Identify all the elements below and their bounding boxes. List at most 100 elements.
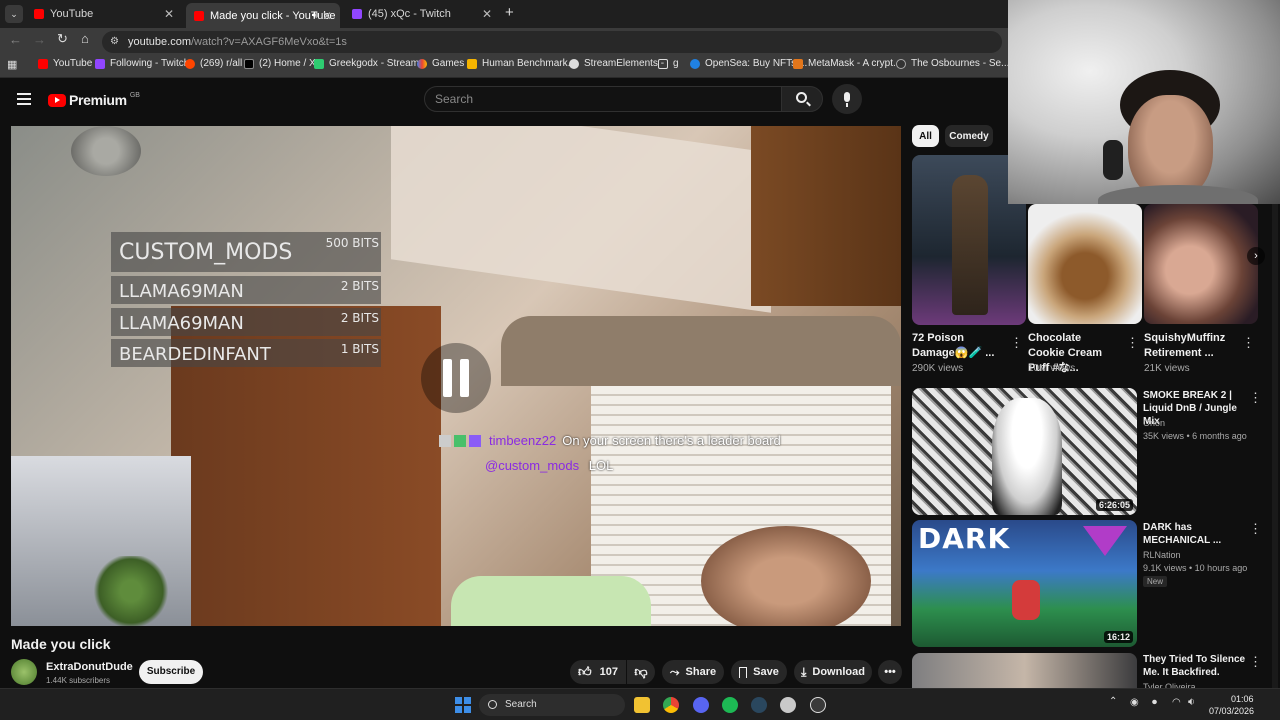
character-figure [952, 175, 988, 315]
discord-icon[interactable] [693, 697, 709, 713]
subscribe-button[interactable]: Subscribe [139, 660, 203, 684]
site-info-icon[interactable]: ⚙ [110, 31, 119, 53]
obs-icon[interactable] [810, 697, 826, 713]
chip-all[interactable]: All [912, 125, 939, 147]
video-thumbnail[interactable] [912, 653, 1137, 688]
chevron-up-icon[interactable]: ⌃ [1109, 696, 1117, 707]
tab-list-dropdown-icon[interactable]: ⌄ [5, 5, 23, 23]
address-bar[interactable]: ⚙ youtube.com/watch?v=AXAGF6MeVxo&t=1s [102, 31, 1002, 53]
short-thumbnail[interactable] [1144, 204, 1258, 324]
next-shorts-icon[interactable]: › [1247, 247, 1265, 265]
video-thumbnail[interactable]: DARK 16:12 [912, 520, 1137, 647]
headphones-shape [1103, 140, 1123, 180]
video-thumbnail[interactable]: 6:26:05 [912, 388, 1137, 515]
bookmark-reddit[interactable]: (269) r/all [185, 58, 242, 69]
short-title[interactable]: 72 Poison Damage😱🧪 ... [912, 331, 1002, 361]
bookmark-opensea[interactable]: OpenSea: Buy NFTs,... [690, 58, 807, 69]
clock-time[interactable]: 01:06 [1231, 694, 1254, 704]
close-tab-icon[interactable]: ✕ [164, 7, 174, 21]
tab-made-you-click[interactable]: Made you click - YouTube 🔊︎ ✕ [186, 3, 340, 28]
bookmark-games[interactable]: Games [417, 58, 464, 69]
chrome-icon[interactable] [663, 697, 679, 713]
close-tab-icon[interactable]: ✕ [322, 9, 332, 23]
bookmark-x[interactable]: (2) Home / X [244, 58, 316, 69]
tab-youtube[interactable]: YouTube ✕ [26, 3, 182, 25]
home-icon[interactable]: ⌂ [81, 31, 89, 46]
more-vertical-icon[interactable]: ⋮ [1249, 654, 1262, 670]
share-button[interactable]: ⤳ Share [662, 660, 724, 684]
close-tab-icon[interactable]: ✕ [482, 7, 492, 21]
chat-text: On your screen there's a leader board [562, 433, 781, 448]
bits-leaderboard-row: BEARDEDINFANT 1 BITS [111, 339, 381, 367]
chip-comedy[interactable]: Comedy [945, 125, 993, 147]
clock-date[interactable]: 07/03/2026 [1209, 706, 1254, 716]
channel-name[interactable]: ExtraDonutDude [46, 661, 133, 673]
tab-twitch[interactable]: (45) xQc - Twitch ✕ [344, 3, 500, 25]
search-button[interactable] [781, 86, 823, 112]
start-button[interactable] [455, 697, 471, 713]
steam-icon[interactable] [751, 697, 767, 713]
bookmark-folder-g[interactable]: g [658, 58, 679, 69]
video-channel[interactable]: Orion [1143, 418, 1165, 428]
short-title[interactable]: SquishyMuffinz Retirement ... [1144, 331, 1234, 361]
microphone-icon[interactable]: ⏺ [1152, 697, 1157, 708]
video-channel[interactable]: RLNation [1143, 550, 1181, 560]
more-actions-button[interactable]: ••• [878, 660, 902, 684]
chat-message: timbeenz22 On your screen there's a lead… [439, 433, 781, 448]
bookmark-following-twitch[interactable]: Following - Twitch [95, 58, 189, 69]
more-vertical-icon[interactable]: ⋮ [1249, 521, 1262, 537]
bookmark-label: (269) r/all [200, 58, 243, 69]
bookmark-metamask[interactable]: MetaMask - A crypt... [793, 58, 901, 69]
dislike-button[interactable]: 👎︎ [627, 660, 655, 684]
spotify-icon[interactable] [722, 697, 738, 713]
tab-label: (45) xQc - Twitch [368, 8, 451, 20]
save-button[interactable]: Save [731, 660, 787, 684]
wifi-icon[interactable]: ◠ [1172, 697, 1181, 708]
speaker-icon[interactable]: 🔊︎ [312, 10, 318, 21]
short-views: 21K views [1144, 363, 1190, 374]
more-vertical-icon[interactable]: ⋮ [1242, 335, 1255, 351]
video-title[interactable]: DARK has MECHANICAL ... [1143, 521, 1253, 547]
search-icon [488, 700, 497, 709]
reload-icon[interactable]: ↻ [57, 31, 68, 47]
download-button[interactable]: ⤓ Download [794, 660, 872, 684]
logo-country: GB [129, 91, 140, 99]
forward-icon[interactable]: → [33, 32, 46, 47]
bookmark-osbournes[interactable]: The Osbournes - Se... [896, 58, 1009, 69]
search-input[interactable]: Search [424, 86, 782, 112]
new-tab-icon[interactable]: + [505, 4, 514, 21]
short-thumbnail[interactable] [1028, 204, 1142, 324]
youtube-masthead: Premium GB Search [0, 78, 1008, 122]
bookmark-label: MetaMask - A crypt... [808, 58, 902, 69]
channel-avatar[interactable] [11, 659, 37, 685]
anchor-icon [569, 58, 579, 69]
bookmark-label: OpenSea: Buy NFTs,... [705, 58, 808, 69]
bookmark-label: YouTube [53, 58, 93, 69]
back-icon[interactable]: ← [9, 32, 22, 47]
bookmark-streamelements[interactable]: StreamElements - [569, 58, 664, 69]
like-button[interactable]: 👍︎ 107 [570, 660, 626, 684]
more-vertical-icon[interactable]: ⋮ [1126, 335, 1139, 351]
voice-search-button[interactable] [832, 84, 862, 114]
file-explorer-icon[interactable] [634, 697, 650, 713]
bookmark-greekgodx[interactable]: Greekgodx - Stream... [314, 58, 427, 69]
taskbar-search[interactable]: Search [479, 694, 625, 716]
lightning-icon [467, 58, 477, 69]
bookmark-youtube[interactable]: YouTube [38, 58, 92, 69]
network-icon[interactable]: ◉ [1130, 697, 1139, 708]
bookmark-human-benchmark[interactable]: Human Benchmark... [467, 58, 576, 69]
more-vertical-icon[interactable]: ⋮ [1249, 390, 1262, 406]
streamer-icon [314, 58, 324, 69]
tv-icon [896, 58, 906, 69]
youtube-logo[interactable]: Premium GB [48, 92, 140, 108]
pause-button[interactable] [421, 343, 491, 413]
new-badge: New [1143, 576, 1168, 587]
video-title[interactable]: They Tried To Silence Me. It Backfired. [1143, 653, 1253, 679]
hamburger-menu-icon[interactable] [17, 93, 31, 105]
video-player[interactable]: CUSTOM_MODS 500 BITS LLAMA69MAN 2 BITS L… [11, 126, 901, 626]
more-vertical-icon[interactable]: ⋮ [1010, 335, 1023, 351]
app-icon[interactable] [780, 697, 796, 713]
apps-grid-icon[interactable]: ▦ [7, 58, 17, 71]
sidebar-scrollbar[interactable] [1272, 204, 1278, 688]
volume-icon[interactable]: 🔉︎ [1188, 696, 1195, 709]
